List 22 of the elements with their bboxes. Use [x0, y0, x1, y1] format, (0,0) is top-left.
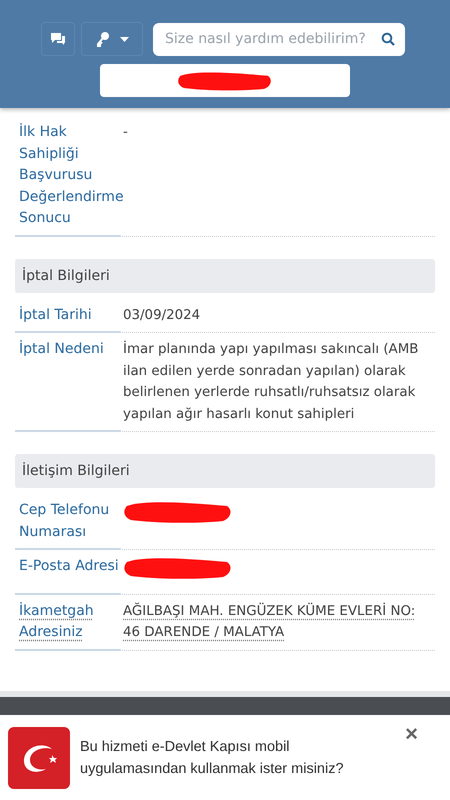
field-label: İkametgah Adresiniz: [19, 601, 95, 642]
field-label: İlk Hak Sahipliği Başvurusu Değerlendirme Sonucu: [19, 122, 124, 228]
field-label: Cep Telefonu Numarası: [19, 501, 110, 542]
field-label: İptal Nedeni: [19, 339, 104, 359]
field-value: -: [123, 124, 129, 142]
field-label: İptal Tarihi: [19, 305, 92, 324]
close-button[interactable]: ×: [405, 721, 418, 747]
field-value: AĞILBAŞI MAH. ENGÜZEK KÜME EVLERİ NO: 46 DARENDE / MALATYA: [123, 602, 416, 642]
key-icon: [96, 31, 110, 47]
banner-message: Bu hizmeti e-Devlet Kapısı mobil uygulamasından kullanmak ister misiniz?: [80, 738, 345, 778]
chat-button[interactable]: [41, 22, 75, 56]
search-field[interactable]: Size nasıl yardım edebilirim?: [153, 22, 405, 56]
field-value: 03/09/2024: [123, 306, 202, 324]
field-label: E-Posta Adresi: [19, 557, 119, 576]
search-icon: [381, 32, 395, 46]
field-value: İmar planında yapı yapılması sakıncalı (AMB ilan edilen yerde sonradan yapılan) olarak belirlenen yerlerde ruhsatlı/ruhsatsız olarak yapılan ağır hasarlı konut sahipleri: [123, 340, 420, 424]
section-title: İptal Bilgileri: [15, 258, 435, 292]
section-title: İletişim Bilgileri: [15, 454, 435, 488]
caret-icon: [120, 36, 128, 42]
key-dropdown-button[interactable]: [81, 22, 143, 56]
chat-icon: [50, 32, 66, 46]
app-logo-icon: [8, 726, 70, 788]
